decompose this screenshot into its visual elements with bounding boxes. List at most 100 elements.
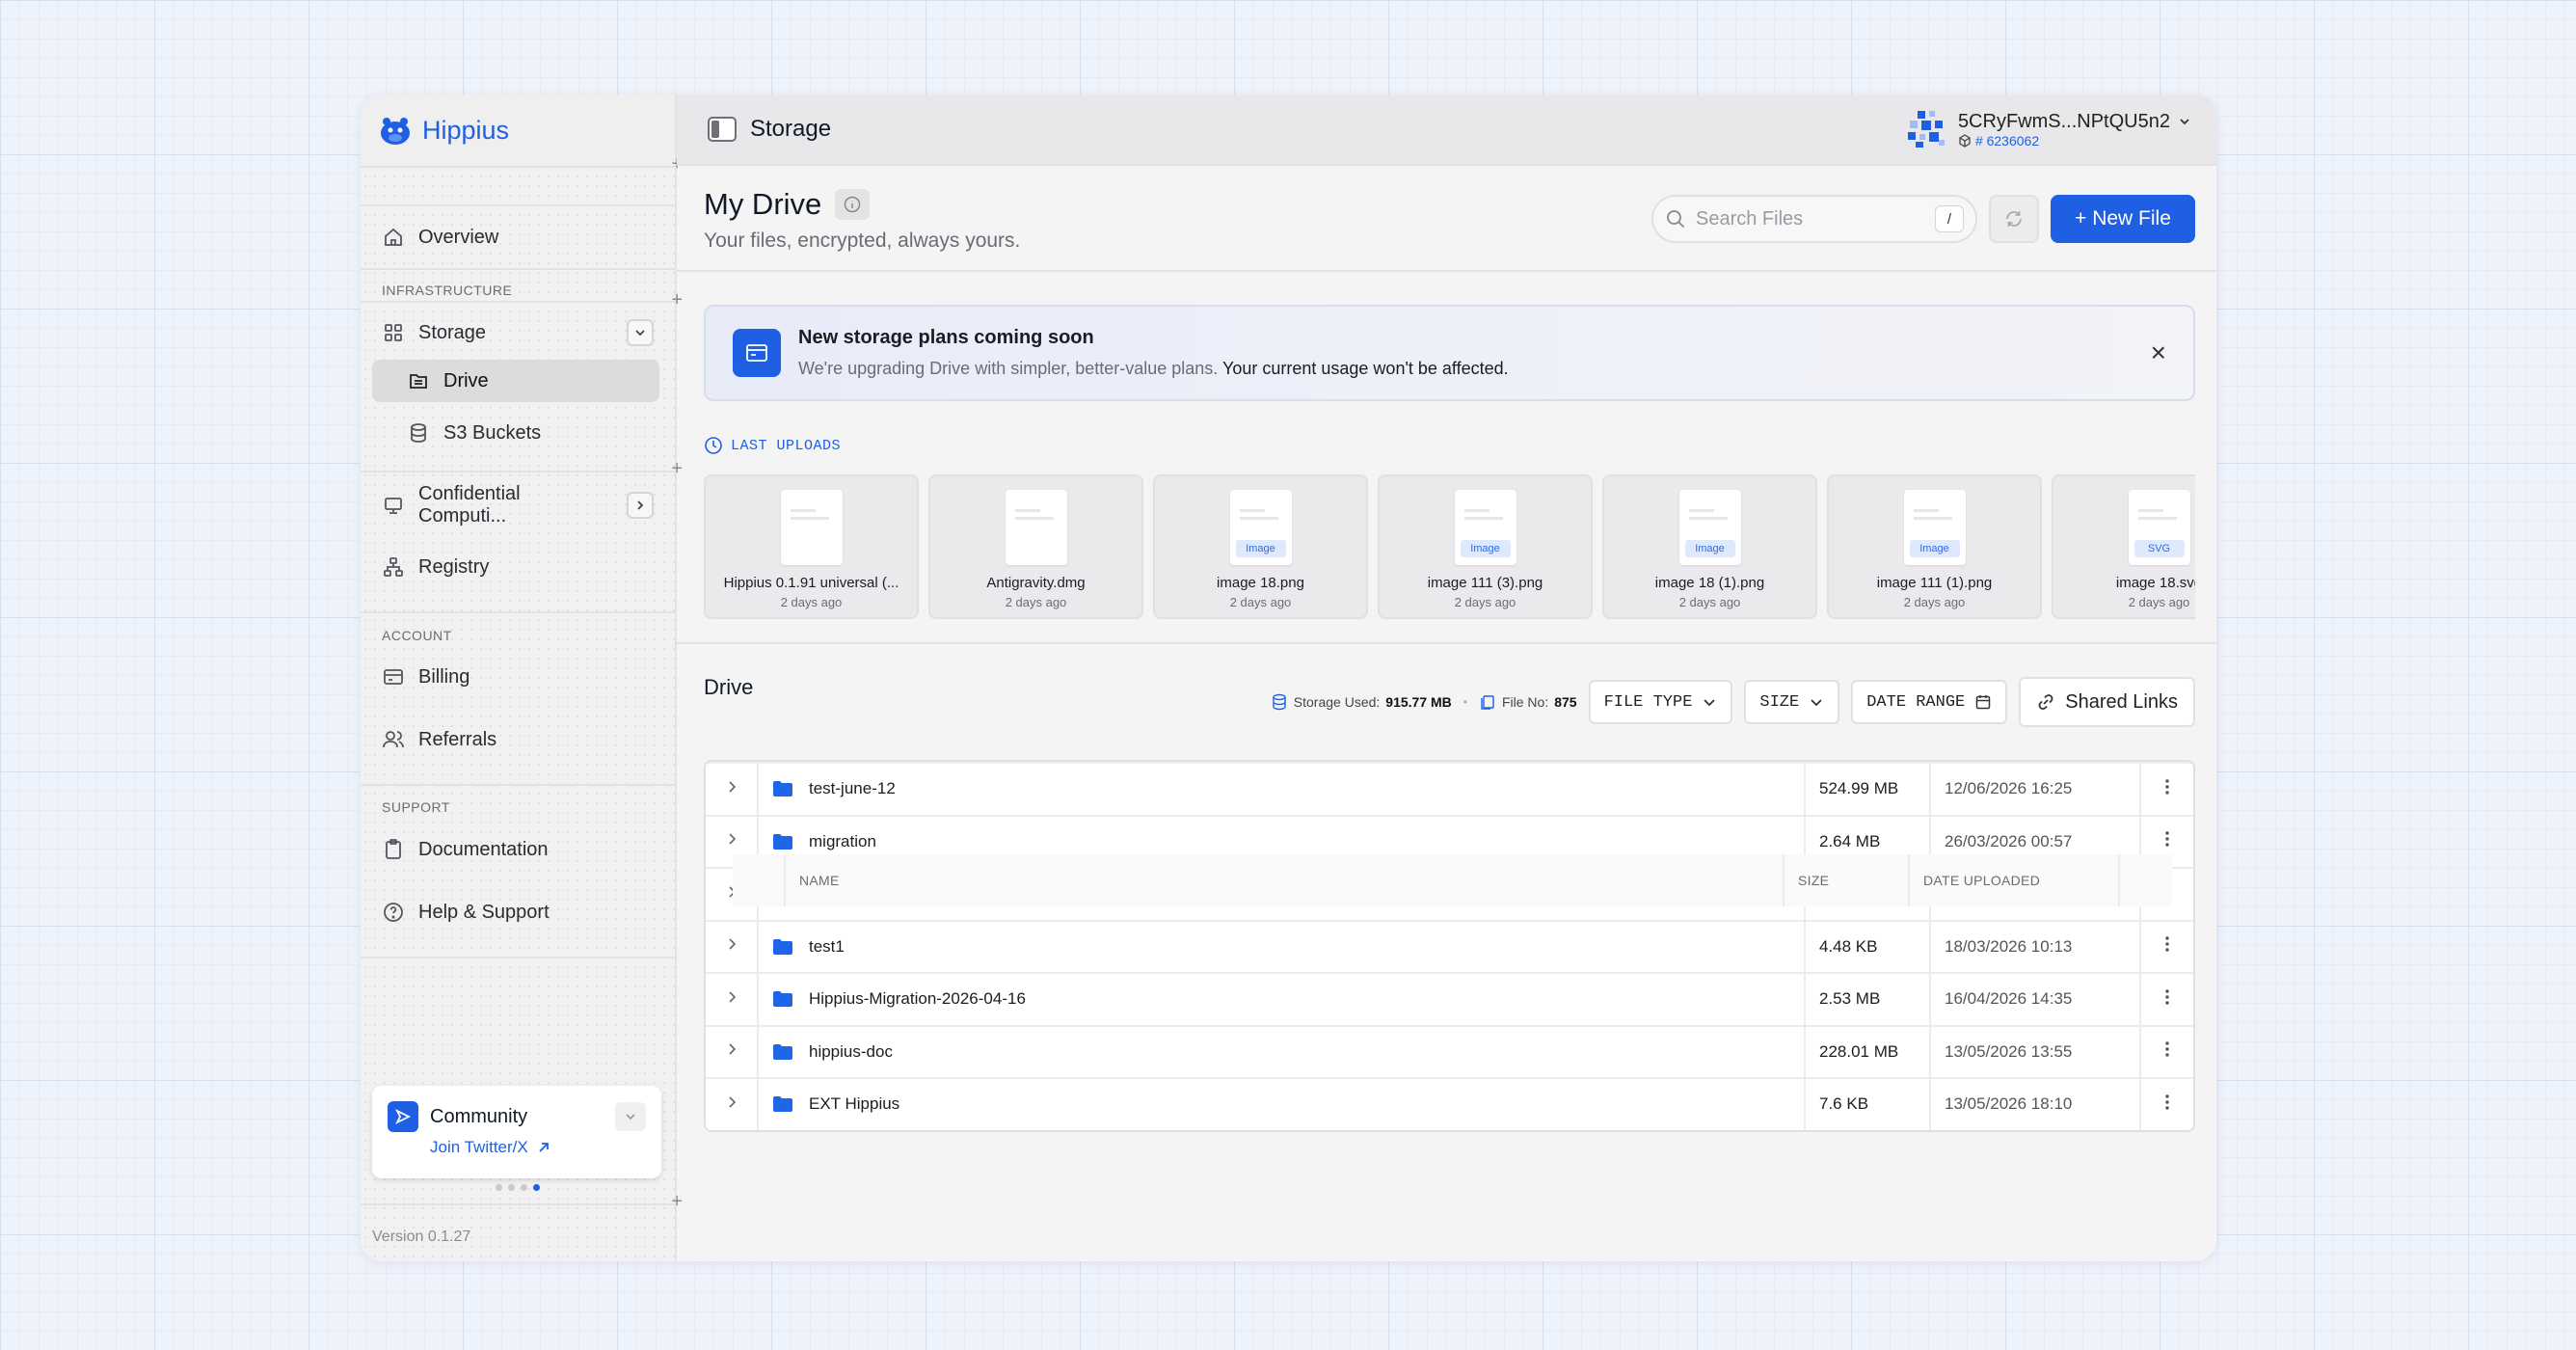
folder-open-icon [410, 374, 427, 389]
monitor-icon [385, 498, 402, 514]
folder-size: 2.53 MB [1806, 974, 1931, 1025]
refresh-button[interactable] [1989, 195, 2039, 243]
column-date[interactable]: DATE UPLOADED [1910, 854, 2120, 906]
folder-name[interactable]: Hippius-Migration-2026-04-16 [809, 989, 1026, 1009]
upload-name: image 18.svg [2115, 575, 2195, 591]
folder-size: 228.01 MB [1806, 1026, 1931, 1077]
sidebar-item-label: Billing [418, 665, 470, 688]
folder-icon [773, 781, 792, 797]
folder-size: 524.99 MB [1806, 764, 1931, 815]
chevron-right-icon [637, 500, 644, 510]
folder-name[interactable]: hippius-doc [809, 1042, 893, 1062]
topbar-title: Storage [750, 116, 832, 142]
sidebar-item-documentation[interactable]: Documentation [361, 823, 675, 877]
app-window: Hippius + Overview INFRASTRUCTURE + Stor… [361, 94, 2216, 1261]
section-label-account: ACCOUNT [382, 628, 452, 643]
new-file-button[interactable]: + New File [2051, 195, 2195, 243]
join-twitter-link[interactable]: Join Twitter/X [430, 1138, 646, 1157]
upload-card[interactable]: Image image 111 (3).png 2 days ago [1378, 474, 1593, 619]
expand-row-button[interactable] [724, 779, 739, 799]
sidebar-toggle-icon[interactable] [708, 117, 737, 142]
chevron-down-icon [2180, 119, 2189, 125]
table-row[interactable]: hippius-doc 228.01 MB 13/05/2026 13:55 [706, 1024, 2193, 1077]
upload-card[interactable]: Image image 18.png 2 days ago [1153, 474, 1368, 619]
sidebar-item-registry[interactable]: Registry [361, 540, 675, 594]
folder-name[interactable]: migration [809, 832, 876, 851]
table-row[interactable]: EXT Hippius 7.6 KB 13/05/2026 18:10 [706, 1077, 2193, 1130]
sidebar-item-help-support[interactable]: Help & Support [361, 885, 675, 939]
upload-name: image 18 (1).png [1654, 575, 1765, 591]
upload-name: image 18.png [1217, 575, 1304, 591]
sidebar-item-s3-buckets[interactable]: S3 Buckets [372, 412, 659, 454]
storage-collapse-button[interactable] [627, 319, 654, 346]
sidebar-item-referrals[interactable]: Referrals [361, 713, 675, 767]
info-icon[interactable] [835, 189, 871, 220]
clock-icon [705, 437, 722, 454]
more-actions-button[interactable] [2164, 987, 2170, 1012]
confidential-expand-button[interactable] [627, 492, 654, 519]
upload-card[interactable]: Antigravity.dmg 2 days ago [928, 474, 1143, 619]
expand-row-button[interactable] [724, 989, 739, 1010]
account-menu[interactable]: 5CRyFwmS...NPtQU5n2 # 6236062 [1904, 107, 2191, 151]
expand-row-button[interactable] [724, 1094, 739, 1115]
folder-size: 7.6 KB [1806, 1079, 1931, 1130]
folder-icon [773, 833, 792, 850]
close-icon[interactable]: × [2151, 339, 2166, 366]
sidebar-item-overview[interactable]: Overview [361, 210, 675, 264]
date-range-filter[interactable]: DATE RANGE [1851, 680, 2008, 724]
folder-name[interactable]: test1 [809, 937, 845, 957]
sidebar-item-confidential-computing[interactable]: Confidential Computi... [361, 478, 675, 532]
sidebar: Hippius + Overview INFRASTRUCTURE + Stor… [361, 94, 683, 1261]
file-type-filter[interactable]: FILE TYPE [1588, 680, 1733, 724]
more-actions-button[interactable] [2164, 1093, 2170, 1117]
sidebar-item-storage[interactable]: Storage [361, 306, 675, 360]
calendar-icon [1976, 695, 1991, 710]
folder-name[interactable]: EXT Hippius [809, 1094, 899, 1114]
expand-row-button[interactable] [724, 1041, 739, 1062]
grid-icon [385, 324, 402, 341]
file-icon: Image [1454, 490, 1516, 565]
column-name[interactable]: NAME [786, 854, 1784, 906]
search-input[interactable]: Search Files / [1651, 195, 1977, 243]
upload-name: image 111 (3).png [1427, 575, 1543, 591]
table-row[interactable]: test1 4.48 KB 18/03/2026 10:13 [706, 919, 2193, 972]
clipboard-icon [386, 839, 401, 859]
sidebar-item-billing[interactable]: Billing [361, 650, 675, 704]
expand-row-button[interactable] [724, 936, 739, 957]
carousel-dots[interactable] [361, 1184, 675, 1191]
upload-date: 2 days ago [2128, 595, 2190, 609]
upload-card[interactable]: Image image 18 (1).png 2 days ago [1602, 474, 1817, 619]
chevron-right-icon [728, 1043, 736, 1055]
section-label-support: SUPPORT [382, 799, 450, 815]
sidebar-item-label: Overview [418, 226, 499, 248]
expand-row-button[interactable] [724, 831, 739, 851]
folder-name[interactable]: test-june-12 [809, 779, 896, 798]
file-icon [780, 490, 843, 565]
more-actions-button[interactable] [2164, 1040, 2170, 1064]
upload-name: Antigravity.dmg [986, 575, 1086, 591]
upload-date: 2 days ago [1903, 595, 1966, 609]
sidebar-item-drive[interactable]: Drive [372, 360, 659, 402]
upload-card[interactable]: Image image 111 (1).png 2 days ago [1827, 474, 2042, 619]
column-size[interactable]: SIZE [1784, 854, 1910, 906]
table-row[interactable]: test-june-12 524.99 MB 12/06/2026 16:25 [706, 762, 2193, 815]
size-filter[interactable]: SIZE [1744, 680, 1840, 724]
drive-title: Drive [704, 675, 754, 699]
more-actions-button[interactable] [2164, 829, 2170, 853]
file-count-stat: File No: 875 [1479, 693, 1577, 711]
community-collapse-button[interactable] [615, 1102, 646, 1131]
more-actions-button[interactable] [2164, 777, 2170, 801]
upload-card[interactable]: SVG image 18.svg 2 days ago [2052, 474, 2195, 619]
more-actions-button[interactable] [2164, 934, 2170, 958]
sidebar-item-label: Storage [418, 321, 487, 343]
page-title: My Drive [704, 187, 822, 221]
chevron-right-icon [728, 1096, 736, 1108]
shared-links-button[interactable]: Shared Links [2019, 677, 2195, 727]
upload-card[interactable]: Hippius 0.1.91 universal (... 2 days ago [704, 474, 919, 619]
table-row[interactable]: Hippius-Migration-2026-04-16 2.53 MB 16/04… [706, 972, 2193, 1025]
brand[interactable]: Hippius [361, 94, 675, 166]
more-vertical-icon [2165, 989, 2169, 1005]
files-table: NAME SIZE DATE UPLOADED test-june-12 524.… [704, 760, 2195, 1132]
file-icon: Image [1903, 490, 1966, 565]
file-type-tag: Image [1235, 540, 1286, 557]
